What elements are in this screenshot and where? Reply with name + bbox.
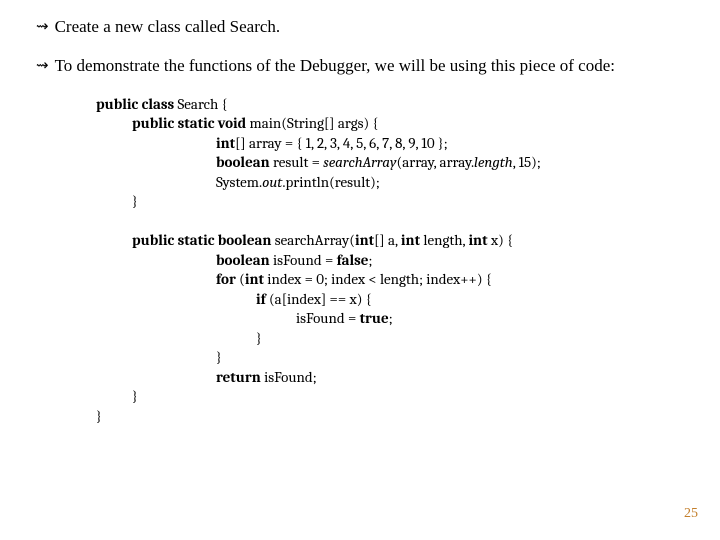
page-number: 25 xyxy=(684,505,698,523)
code-line: public static void main(String[] args) { xyxy=(96,114,660,134)
code-line: isFound = true; xyxy=(96,309,660,329)
code-line: System.out.println(result); xyxy=(96,173,660,193)
bullet-text-2: To demonstrate the functions of the Debu… xyxy=(55,55,680,76)
bullet-item-1: ⇝ Create a new class called Search. xyxy=(36,16,680,37)
code-line: boolean isFound = false; xyxy=(96,251,660,271)
slide-page: ⇝ Create a new class called Search. ⇝ To… xyxy=(0,0,720,540)
code-line: return isFound; xyxy=(96,368,660,388)
bullet-text-1: Create a new class called Search. xyxy=(55,16,680,37)
code-line: public static boolean searchArray(int[] … xyxy=(96,231,660,251)
bullet-item-2: ⇝ To demonstrate the functions of the De… xyxy=(36,55,680,76)
code-line: int[] array = { 1, 2, 3, 4, 5, 6, 7, 8, … xyxy=(96,134,660,154)
code-line: for (int index = 0; index < length; inde… xyxy=(96,270,660,290)
content-area: ⇝ Create a new class called Search. ⇝ To… xyxy=(0,0,720,426)
code-line: } xyxy=(96,387,660,407)
code-line: if (a[index] == x) { xyxy=(96,290,660,310)
code-line: boolean result = searchArray(array, arra… xyxy=(96,153,660,173)
code-line: } xyxy=(96,407,660,427)
code-snippet: public class Search { public static void… xyxy=(96,95,660,427)
wave-arrow-icon: ⇝ xyxy=(36,55,49,76)
code-blank-line xyxy=(96,212,660,232)
code-line: public class Search { xyxy=(96,95,660,115)
code-line: } xyxy=(96,192,660,212)
code-line: } xyxy=(96,329,660,349)
code-line: } xyxy=(96,348,660,368)
wave-arrow-icon: ⇝ xyxy=(36,16,49,37)
